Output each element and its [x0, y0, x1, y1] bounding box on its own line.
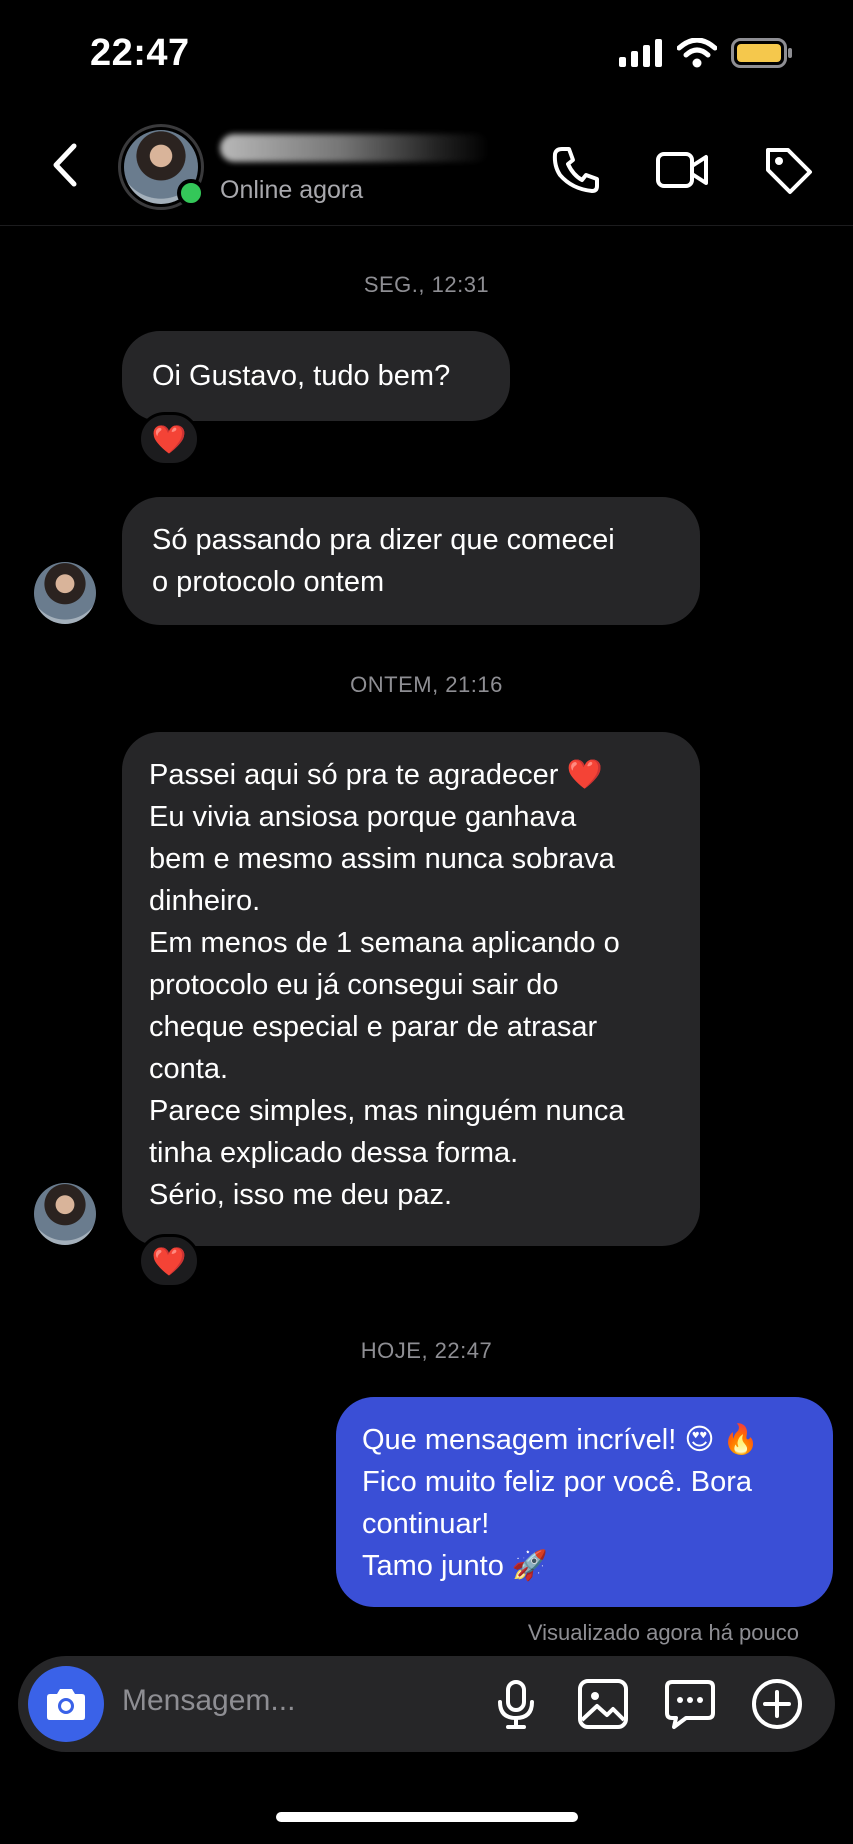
outgoing-message[interactable]: Que mensagem incrível! 😍 🔥 Fico muito fe… — [336, 1397, 833, 1607]
seen-status: Visualizado agora há pouco — [527, 1620, 799, 1645]
message-text: Só passando pra dizer que comecei o prot… — [152, 524, 615, 598]
tag-button[interactable] — [760, 142, 816, 198]
heart-icon: ❤️ — [151, 1245, 187, 1277]
video-camera-icon — [656, 152, 708, 188]
timestamp: ONTEM, 21:16 — [350, 672, 503, 697]
message-text: Passei aqui só pra te agradecer ❤️ Eu vi… — [149, 759, 625, 1211]
microphone-icon — [498, 1680, 534, 1729]
camera-button[interactable] — [28, 1666, 104, 1742]
timestamp: HOJE, 22:47 — [360, 1338, 493, 1363]
heart-reaction[interactable]: ❤️ — [138, 412, 200, 466]
message-text: Oi Gustavo, tudo bem? — [152, 360, 451, 392]
signal-icon — [619, 39, 663, 67]
message-input[interactable]: Mensagem... — [122, 1684, 295, 1718]
contact-status: Online agora — [220, 176, 364, 204]
phone-icon — [552, 147, 599, 193]
wifi-icon — [677, 38, 717, 68]
status-icons — [619, 38, 793, 68]
online-indicator — [177, 179, 205, 207]
status-time: 22:47 — [90, 32, 190, 74]
message-composer: Mensagem... — [18, 1656, 835, 1752]
gallery-button[interactable] — [575, 1676, 631, 1732]
timestamp: SEG., 12:31 — [363, 272, 490, 297]
home-indicator — [276, 1812, 578, 1822]
incoming-message[interactable]: Passei aqui só pra te agradecer ❤️ Eu vi… — [122, 732, 700, 1246]
sender-avatar[interactable] — [34, 1183, 96, 1245]
more-options-button[interactable] — [749, 1676, 805, 1732]
camera-icon — [47, 1689, 85, 1720]
incoming-message[interactable]: Oi Gustavo, tudo bem? — [122, 331, 510, 421]
voice-message-button[interactable] — [488, 1676, 544, 1732]
heart-reaction[interactable]: ❤️ — [138, 1234, 200, 1288]
back-button[interactable] — [46, 140, 86, 190]
image-icon — [578, 1679, 628, 1729]
phone-call-button[interactable] — [548, 142, 604, 198]
tag-icon — [766, 148, 812, 194]
battery-icon — [731, 38, 793, 68]
stickers-button[interactable] — [662, 1676, 718, 1732]
plus-circle-icon — [752, 1679, 802, 1729]
incoming-message[interactable]: Só passando pra dizer que comecei o prot… — [122, 497, 700, 625]
contact-name-redacted[interactable] — [220, 134, 490, 162]
message-text: Que mensagem incrível! 😍 🔥 Fico muito fe… — [362, 1424, 759, 1582]
chat-bubble-icon — [665, 1680, 715, 1729]
chat-header: Online agora — [0, 110, 853, 226]
video-call-button[interactable] — [654, 142, 710, 198]
heart-icon: ❤️ — [151, 423, 187, 455]
sender-avatar[interactable] — [34, 562, 96, 624]
chevron-left-icon — [53, 143, 77, 187]
contact-avatar[interactable] — [118, 124, 205, 210]
chat-screen: 22:47 Online agora SEG., 12:31 Oi Gustav… — [0, 0, 853, 1844]
